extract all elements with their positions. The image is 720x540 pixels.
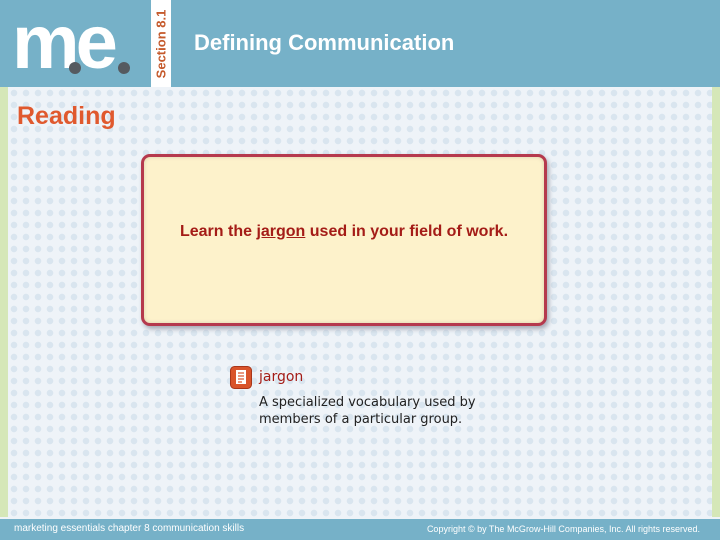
me-logo: me xyxy=(12,6,130,84)
glossary-icon xyxy=(230,366,252,389)
right-accent-stripe xyxy=(712,87,720,517)
header-bar: me Section 8.1 Defining Communication xyxy=(0,0,720,87)
left-accent-stripe xyxy=(0,87,8,517)
section-label: Section 8.1 xyxy=(153,9,169,79)
svg-text:me: me xyxy=(12,6,116,84)
footer-copyright: Copyright © by The McGrow-Hill Companies… xyxy=(426,524,700,534)
definition-term: jargon xyxy=(259,369,304,385)
jargon-link[interactable]: jargon xyxy=(256,223,305,240)
callout-text-after: used in your field of work. xyxy=(305,223,509,240)
definition-text: A specialized vocabulary used by members… xyxy=(259,395,476,427)
callout-text-before: Learn the xyxy=(179,223,257,240)
callout-text: Learn the jargon used in your field of w… xyxy=(144,223,544,241)
footer-course-label: marketing essentials chapter 8 communica… xyxy=(14,523,245,534)
page-title: Defining Communication xyxy=(194,30,455,55)
footer-bar: marketing essentials chapter 8 communica… xyxy=(0,519,720,540)
callout-box: Learn the jargon used in your field of w… xyxy=(141,154,547,326)
section-heading: Reading xyxy=(17,102,116,130)
